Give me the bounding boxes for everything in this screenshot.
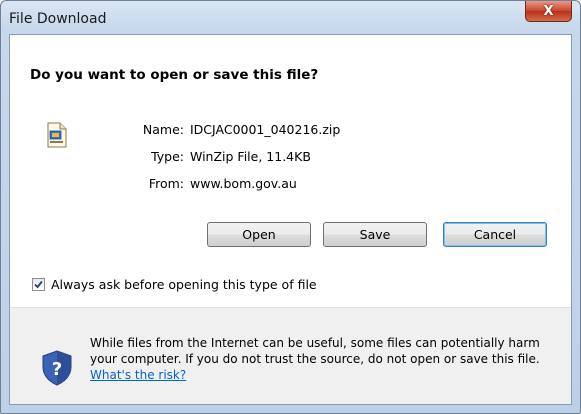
file-source: www.bom.gov.au: [190, 176, 297, 191]
cancel-button[interactable]: Cancel: [443, 222, 547, 247]
close-button[interactable]: X: [525, 1, 572, 22]
warning-message: While files from the Internet can be use…: [90, 336, 540, 366]
file-name: IDCJAC0001_040216.zip: [190, 122, 341, 137]
always-ask-checkbox[interactable]: [32, 278, 45, 291]
warning-panel: ? While files from the Internet can be u…: [10, 308, 571, 404]
always-ask-option[interactable]: Always ask before opening this type of f…: [32, 277, 317, 292]
open-button[interactable]: Open: [207, 222, 311, 247]
zip-file-icon: [47, 122, 67, 148]
always-ask-label: Always ask before opening this type of f…: [51, 277, 317, 292]
whats-the-risk-link[interactable]: What's the risk?: [90, 368, 186, 382]
dialog-body: Do you want to open or save this file? N…: [9, 34, 572, 405]
title-bar: File Download X: [1, 1, 580, 37]
save-button[interactable]: Save: [323, 222, 427, 247]
type-label: Type:: [151, 149, 184, 164]
dialog-question: Do you want to open or save this file?: [30, 67, 319, 83]
name-label: Name:: [142, 122, 184, 137]
file-type: WinZip File, 11.4KB: [190, 149, 311, 164]
checkmark-icon: [34, 280, 43, 289]
security-warning: While files from the Internet can be use…: [90, 335, 560, 383]
window-title: File Download: [9, 11, 107, 27]
from-label: From:: [148, 176, 184, 191]
close-icon: X: [543, 3, 554, 19]
security-shield-question-icon: ?: [42, 350, 72, 386]
file-download-dialog: File Download X Do you want to open or s…: [0, 0, 581, 414]
svg-text:?: ?: [52, 359, 62, 380]
